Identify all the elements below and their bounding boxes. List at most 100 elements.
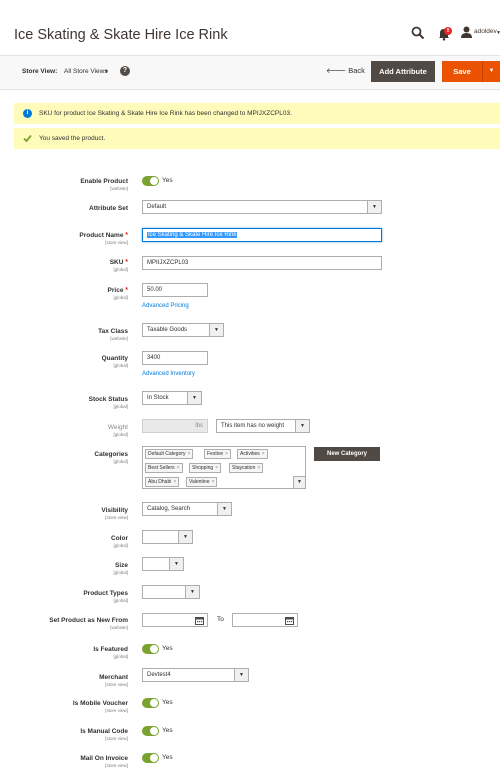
product-types-label: Product Types [global] [83, 590, 128, 603]
product-types-select[interactable]: ▼ [142, 585, 200, 599]
success-message-text: You saved the product. [39, 135, 106, 142]
close-icon: × [225, 451, 229, 457]
is-manual-code-label: Is Manual Code [store view] [80, 728, 128, 741]
merchant-label: Merchant [store view] [99, 674, 128, 687]
is-featured-label: Is Featured [global] [93, 646, 128, 659]
is-featured-toggle[interactable] [142, 644, 159, 654]
category-tag[interactable]: Shopping × [189, 463, 222, 473]
weight-label: Weight [global] [107, 424, 128, 437]
chevron-down-icon: ▼ [169, 558, 183, 570]
chevron-down-icon: ▼ [217, 503, 231, 515]
close-icon: × [187, 451, 191, 457]
close-icon: × [176, 465, 180, 471]
success-message: You saved the product. [14, 128, 500, 149]
user-icon[interactable] [461, 26, 472, 38]
advanced-inventory-link[interactable]: Advanced Inventory [142, 371, 195, 377]
stock-status-label: Stock Status [global] [88, 396, 128, 409]
quantity-label: Quantity [global] [101, 355, 128, 368]
calendar-icon[interactable] [285, 616, 294, 625]
quantity-input[interactable]: 3400 [142, 351, 208, 365]
save-button[interactable]: Save [442, 61, 482, 82]
chevron-down-icon: ▼ [488, 68, 495, 74]
visibility-label: Visibility [store view] [101, 507, 128, 520]
new-category-button[interactable]: New Category [314, 447, 380, 461]
product-name-label: Product Name * [store view] [79, 232, 128, 245]
calendar-icon[interactable] [195, 616, 204, 625]
advanced-pricing-link[interactable]: Advanced Pricing [142, 303, 189, 309]
attribute-set-label: Attribute Set [89, 205, 128, 212]
chevron-down-icon[interactable]: ▼ [496, 30, 500, 36]
category-tag[interactable]: Staycation × [229, 463, 264, 473]
is-manual-code-toggle[interactable] [142, 726, 159, 736]
chevron-down-icon: ▼ [367, 201, 381, 213]
page-title: Ice Skating & Skate Hire Ice Rink [14, 27, 228, 43]
new-from-label: Set Product as New From [website] [49, 617, 128, 630]
categories-multiselect[interactable]: Default Category × Festive × Activities × B… [142, 446, 306, 489]
save-options-toggle[interactable]: ▼ [482, 61, 500, 82]
add-attribute-button[interactable]: Add Attribute [371, 61, 435, 82]
info-message-text: SKU for product Ice Skating & Skate Hire… [39, 110, 292, 117]
sku-input[interactable]: MPIIJXZCPL03 [142, 256, 382, 270]
stock-status-select[interactable]: In Stock ▼ [142, 391, 202, 405]
check-icon [23, 134, 32, 143]
tax-class-select[interactable]: Taxable Goods ▼ [142, 323, 224, 337]
weight-input[interactable]: lbs [142, 419, 208, 433]
notification-badge: 8 [444, 27, 452, 35]
weight-option-select[interactable]: This item has no weight ▼ [216, 419, 310, 433]
price-label: Price * [global] [107, 287, 128, 300]
is-mobile-voucher-toggle[interactable] [142, 698, 159, 708]
back-label: Back [348, 66, 365, 75]
enable-product-label: Enable Product [website] [80, 178, 128, 191]
price-input[interactable]: 50.00 [142, 283, 208, 297]
color-select[interactable]: ▼ [142, 530, 193, 544]
chevron-down-icon: ▼ [187, 392, 201, 404]
size-select[interactable]: ▼ [142, 557, 184, 571]
chevron-down-icon: ▼ [234, 669, 248, 681]
merchant-select[interactable]: Devtest4 ▼ [142, 668, 249, 682]
close-icon: × [257, 465, 261, 471]
is-manual-code-value: Yes [162, 727, 173, 734]
attribute-set-select[interactable]: Default ▼ [142, 200, 382, 214]
is-mobile-voucher-label: Is Mobile Voucher [store view] [72, 700, 128, 713]
chevron-down-icon: ▼ [295, 420, 309, 432]
new-to-date-input[interactable] [232, 613, 298, 627]
arrow-left-icon: 🡐 [326, 66, 349, 75]
info-message: i SKU for product Ice Skating & Skate Hi… [14, 103, 500, 124]
enable-product-value: Yes [162, 177, 173, 184]
close-icon: × [261, 451, 265, 457]
chevron-down-icon: ▼ [185, 586, 199, 598]
new-to-label: To [217, 616, 224, 623]
help-icon[interactable]: ? [120, 66, 130, 76]
category-tag[interactable]: Abu Dhabi × [145, 477, 180, 487]
chevron-down-icon: ▼ [178, 531, 192, 543]
tax-class-label: Tax Class [website] [98, 328, 128, 341]
is-featured-value: Yes [162, 645, 173, 652]
category-tag[interactable]: Activities × [237, 449, 268, 459]
product-name-input[interactable]: Ice Skating & Skate Hire Ice Rink [142, 228, 382, 242]
mail-on-invoice-label: Mail On Invoice [store view] [80, 755, 128, 768]
close-icon: × [211, 479, 215, 485]
search-icon[interactable] [411, 26, 425, 40]
info-icon: i [23, 109, 32, 118]
chevron-down-icon: ▼ [209, 324, 223, 336]
new-from-date-input[interactable] [142, 613, 208, 627]
enable-product-toggle[interactable] [142, 176, 159, 186]
category-tag[interactable]: Festive × [204, 449, 232, 459]
user-name[interactable]: adoldev [474, 28, 497, 35]
chevron-down-icon[interactable]: ▼ [293, 476, 305, 488]
close-icon: × [215, 465, 219, 471]
color-label: Color [global] [111, 535, 128, 548]
category-tag[interactable]: Best Sellers × [145, 463, 183, 473]
visibility-select[interactable]: Catalog, Search ▼ [142, 502, 232, 516]
mail-on-invoice-toggle[interactable] [142, 753, 159, 763]
categories-label: Categories [global] [94, 451, 128, 464]
store-view-switcher[interactable]: All Store Views [64, 68, 108, 75]
chevron-down-icon[interactable]: ▼ [104, 69, 109, 75]
size-label: Size [global] [113, 562, 128, 575]
close-icon: × [173, 479, 177, 485]
mail-on-invoice-value: Yes [162, 754, 173, 761]
sku-label: SKU * [global] [109, 259, 128, 272]
back-button[interactable]: 🡐 Back [326, 66, 365, 75]
category-tag[interactable]: Default Category × [145, 449, 194, 459]
category-tag[interactable]: Valentine × [186, 477, 218, 487]
